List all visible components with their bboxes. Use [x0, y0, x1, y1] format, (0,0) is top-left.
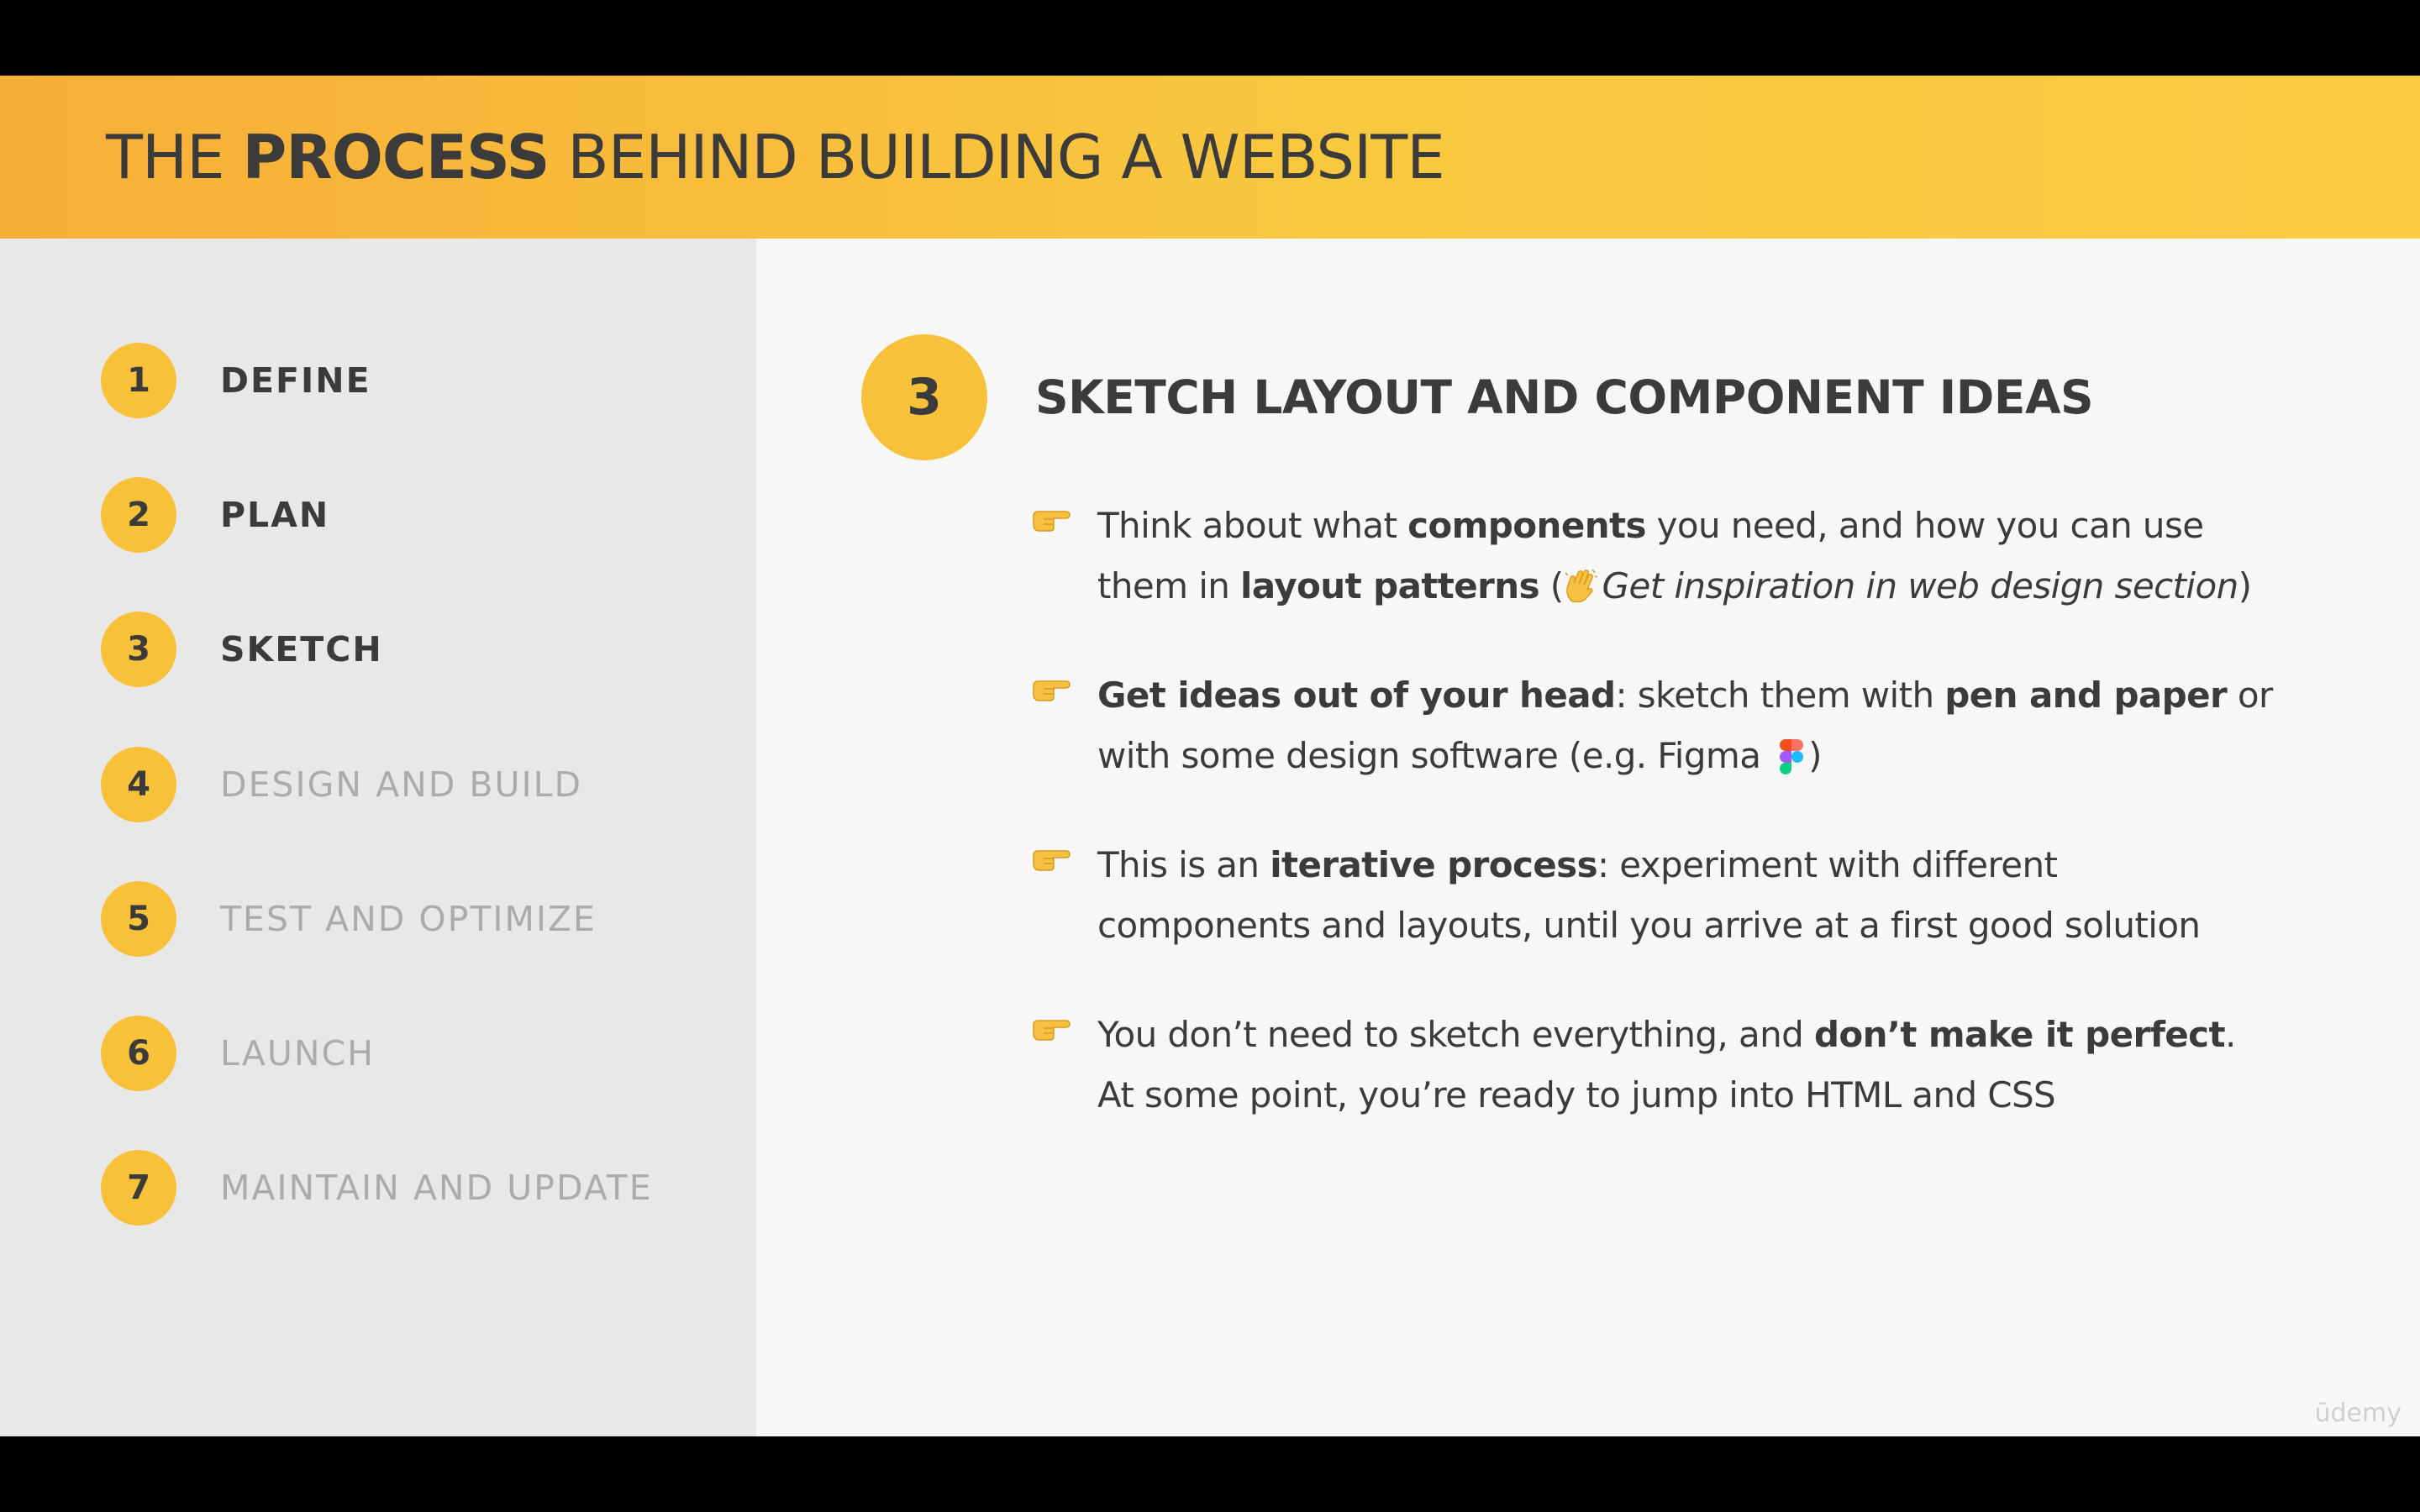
text-segment: At some point, you’re ready to jump into…: [1097, 1074, 2056, 1116]
steps-sidebar: 1 DEFINE 2 PLAN 3 SKETCH 4 DESIGN AND BU…: [0, 239, 756, 1436]
step-label: DESIGN AND BUILD: [220, 764, 583, 805]
step-label: TEST AND OPTIMIZE: [220, 899, 597, 939]
pointing-hand-icon: [1033, 680, 1071, 701]
bullet-line: Get ideas out of your head: sketch them …: [1097, 665, 2309, 726]
bullet-list: Think about what components you need, an…: [1032, 496, 2309, 1174]
bullet-text: Get ideas out of your head: sketch them …: [1097, 665, 2309, 786]
bold-segment: components: [1407, 505, 1646, 546]
text-segment: : experiment with different: [1597, 844, 2058, 885]
slide-title: THE PROCESS BEHIND BUILDING A WEBSITE: [106, 119, 1445, 195]
text-segment: Think about what: [1097, 505, 1408, 546]
text-segment: components and layouts, until you arrive…: [1097, 905, 2201, 946]
bullet-text: This is an iterative process: experiment…: [1097, 835, 2309, 956]
step-design-and-build: 4 DESIGN AND BUILD: [101, 747, 582, 822]
section-title: SKETCH LAYOUT AND COMPONENT IDEAS: [1035, 370, 2094, 424]
step-number-badge: 2: [101, 477, 176, 553]
current-step-badge: 3: [861, 334, 987, 460]
text-segment: with some design software (e.g. Figma: [1097, 735, 1772, 776]
slide-header: THE PROCESS BEHIND BUILDING A WEBSITE: [0, 76, 2420, 239]
step-maintain-and-update: 7 MAINTAIN AND UPDATE: [101, 1150, 653, 1226]
text-segment: .: [2224, 1014, 2236, 1055]
bullet-line: with some design software (e.g. Figma ): [1097, 726, 2309, 786]
step-label: DEFINE: [220, 360, 371, 401]
text-segment: You don’t need to sketch everything, and: [1097, 1014, 1814, 1055]
step-label: MAINTAIN AND UPDATE: [220, 1168, 653, 1208]
text-segment: (: [1539, 565, 1564, 606]
bullet-line: You don’t need to sketch everything, and…: [1097, 1005, 2309, 1065]
bullet-line: Think about what components you need, an…: [1097, 496, 2309, 556]
step-define: 1 DEFINE: [101, 343, 371, 418]
slide: THE PROCESS BEHIND BUILDING A WEBSITE 1 …: [0, 76, 2420, 1436]
step-label: PLAN: [220, 495, 330, 535]
bullet-text: Think about what components you need, an…: [1097, 496, 2309, 617]
bullet-item: This is an iterative process: experiment…: [1032, 835, 2309, 956]
text-segment: ): [1808, 735, 1822, 776]
bullet-line: At some point, you’re ready to jump into…: [1097, 1065, 2309, 1126]
text-segment: you need, and how you can use: [1645, 505, 2204, 546]
text-segment: : sketch them with: [1615, 675, 1945, 716]
step-sketch: 3 SKETCH: [101, 612, 383, 687]
step-number-badge: 3: [101, 612, 176, 687]
step-launch: 6 LAUNCH: [101, 1016, 375, 1091]
bold-segment: layout patterns: [1240, 565, 1540, 606]
waving-hand-icon: [1564, 569, 1597, 603]
pointing-hand-icon: [1033, 1020, 1071, 1041]
slide-title-start: THE: [106, 122, 243, 192]
bullet-item: Think about what components you need, an…: [1032, 496, 2309, 617]
figma-logo-icon: [1780, 739, 1804, 774]
bullet-line: This is an iterative process: experiment…: [1097, 835, 2309, 895]
bullet-text: You don’t need to sketch everything, and…: [1097, 1005, 2309, 1126]
step-number-badge: 4: [101, 747, 176, 822]
bold-segment: pen and paper: [1944, 675, 2228, 716]
step-test-and-optimize: 5 TEST AND OPTIMIZE: [101, 881, 597, 957]
text-segment: ): [2238, 565, 2252, 606]
step-number-badge: 7: [101, 1150, 176, 1226]
bold-segment: Get ideas out of your head: [1097, 675, 1616, 716]
udemy-watermark: ūdemy: [2314, 1399, 2402, 1428]
slide-title-bold: PROCESS: [242, 122, 550, 192]
italic-segment: Get inspiration in web design section: [1602, 565, 2239, 606]
bold-segment: don’t make it perfect: [1813, 1014, 2226, 1055]
bullet-line: them in layout patterns ( Get inspiratio…: [1097, 556, 2309, 617]
step-label: SKETCH: [220, 629, 383, 669]
pointing-hand-icon: [1033, 850, 1071, 871]
bullet-line: components and layouts, until you arrive…: [1097, 895, 2309, 956]
text-segment: This is an: [1097, 844, 1270, 885]
bold-segment: iterative process: [1270, 844, 1597, 885]
step-number-badge: 5: [101, 881, 176, 957]
step-number-badge: 1: [101, 343, 176, 418]
text-segment: them in: [1097, 565, 1241, 606]
step-plan: 2 PLAN: [101, 477, 329, 553]
bullet-item: Get ideas out of your head: sketch them …: [1032, 665, 2309, 786]
pointing-hand-icon: [1033, 511, 1071, 532]
text-segment: or: [2227, 675, 2273, 716]
bullet-item: You don’t need to sketch everything, and…: [1032, 1005, 2309, 1126]
slide-title-end: BEHIND BUILDING A WEBSITE: [549, 122, 1444, 192]
step-number-badge: 6: [101, 1016, 176, 1091]
step-label: LAUNCH: [220, 1033, 375, 1074]
